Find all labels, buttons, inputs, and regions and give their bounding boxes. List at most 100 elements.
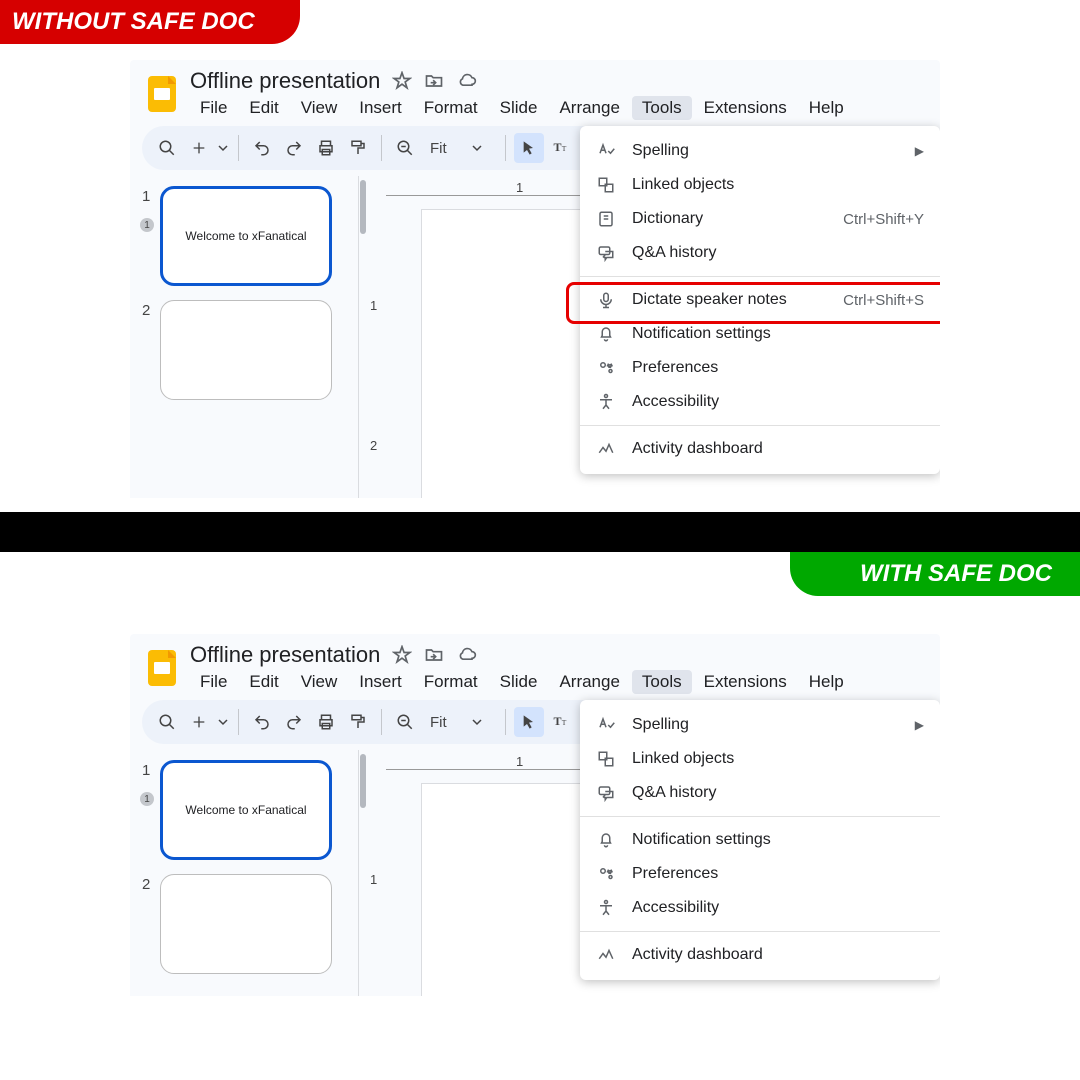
divider <box>0 512 1080 552</box>
dd-preferences[interactable]: Preferences <box>580 857 940 891</box>
text-tool-icon[interactable]: TT <box>546 707 576 737</box>
zoom-dropdown-icon[interactable] <box>457 133 497 163</box>
dd-notification-settings[interactable]: Notification settings <box>580 317 940 351</box>
thumb-num-1: 1 <box>142 186 160 286</box>
dd-activity-dashboard[interactable]: Activity dashboard <box>580 938 940 972</box>
dd-activity-dashboard[interactable]: Activity dashboard <box>580 432 940 466</box>
add-dropdown-icon[interactable] <box>216 707 230 737</box>
zoom-dropdown-icon[interactable] <box>457 707 497 737</box>
zoom-level[interactable]: Fit <box>422 140 455 157</box>
undo-icon[interactable] <box>247 133 277 163</box>
add-icon[interactable] <box>184 707 214 737</box>
thumb-slide-1[interactable]: Welcome to xFanatical <box>160 186 332 286</box>
thumb-1-text: Welcome to xFanatical <box>185 229 306 243</box>
star-icon[interactable] <box>392 645 412 665</box>
add-dropdown-icon[interactable] <box>216 133 230 163</box>
slide-thumbnails: 1 Welcome to xFanatical 1 2 <box>130 176 358 498</box>
bell-icon <box>596 324 616 344</box>
menu-extensions[interactable]: Extensions <box>694 96 797 120</box>
thumb-slide-1[interactable]: Welcome to xFanatical <box>160 760 332 860</box>
search-icon[interactable] <box>152 707 182 737</box>
dd-linked-objects[interactable]: Linked objects <box>580 742 940 776</box>
dd-notification-settings[interactable]: Notification settings <box>580 823 940 857</box>
move-icon[interactable] <box>424 71 444 91</box>
qa-icon <box>596 243 616 263</box>
redo-icon[interactable] <box>279 133 309 163</box>
preferences-icon <box>596 358 616 378</box>
chevron-right-icon: ▶ <box>915 718 924 732</box>
menu-tools[interactable]: Tools <box>632 670 692 694</box>
thumb-num-1: 1 <box>142 760 160 860</box>
select-tool-icon[interactable] <box>514 133 544 163</box>
dd-accessibility[interactable]: Accessibility <box>580 385 940 419</box>
menu-help[interactable]: Help <box>799 670 854 694</box>
cloud-icon[interactable] <box>456 645 478 665</box>
zoom-level[interactable]: Fit <box>422 714 455 731</box>
spelling-icon <box>596 141 616 161</box>
menu-edit[interactable]: Edit <box>239 96 288 120</box>
menu-view[interactable]: View <box>291 670 348 694</box>
dd-spelling[interactable]: Spelling▶ <box>580 134 940 168</box>
menu-arrange[interactable]: Arrange <box>549 670 629 694</box>
menu-edit[interactable]: Edit <box>239 670 288 694</box>
menu-extensions[interactable]: Extensions <box>694 670 797 694</box>
dd-qa-history[interactable]: Q&A history <box>580 236 940 270</box>
menu-view[interactable]: View <box>291 96 348 120</box>
menu-help[interactable]: Help <box>799 96 854 120</box>
zoom-out-icon[interactable] <box>390 707 420 737</box>
menu-format[interactable]: Format <box>414 670 488 694</box>
slide-thumbnails: 1 Welcome to xFanatical 1 2 <box>130 750 358 996</box>
dd-qa-history[interactable]: Q&A history <box>580 776 940 810</box>
menu-format[interactable]: Format <box>414 96 488 120</box>
ruler-vertical: 1 <box>366 772 388 996</box>
doc-title[interactable]: Offline presentation <box>190 642 380 668</box>
slides-logo-icon <box>144 72 180 116</box>
doc-title[interactable]: Offline presentation <box>190 68 380 94</box>
thumb-badge: 1 <box>140 218 154 232</box>
activity-icon <box>596 439 616 459</box>
tools-dropdown: Spelling▶ Linked objects Q&A history Not… <box>580 700 940 980</box>
undo-icon[interactable] <box>247 707 277 737</box>
add-icon[interactable] <box>184 133 214 163</box>
menu-file[interactable]: File <box>190 670 237 694</box>
activity-icon <box>596 945 616 965</box>
dd-spelling[interactable]: Spelling▶ <box>580 708 940 742</box>
menu-insert[interactable]: Insert <box>349 96 412 120</box>
select-tool-icon[interactable] <box>514 707 544 737</box>
paint-format-icon[interactable] <box>343 707 373 737</box>
thumb-slide-2[interactable] <box>160 874 332 974</box>
star-icon[interactable] <box>392 71 412 91</box>
menu-tools[interactable]: Tools <box>632 96 692 120</box>
print-icon[interactable] <box>311 133 341 163</box>
slides-app-bottom: Offline presentation File Edit View Inse… <box>130 634 940 996</box>
move-icon[interactable] <box>424 645 444 665</box>
text-tool-icon[interactable]: TT <box>546 133 576 163</box>
scrollbar[interactable] <box>358 176 366 498</box>
menu-slide[interactable]: Slide <box>490 96 548 120</box>
search-icon[interactable] <box>152 133 182 163</box>
banner-without-safe-doc: WITHOUT SAFE DOC <box>0 0 300 44</box>
thumb-num-2: 2 <box>142 300 160 400</box>
dd-dictate-speaker-notes[interactable]: Dictate speaker notesCtrl+Shift+S <box>580 283 940 317</box>
slides-logo-icon <box>144 646 180 690</box>
bell-icon <box>596 830 616 850</box>
microphone-icon <box>596 290 616 310</box>
slides-app-top: Offline presentation File Edit View Inse… <box>130 60 940 498</box>
dd-preferences[interactable]: Preferences <box>580 351 940 385</box>
redo-icon[interactable] <box>279 707 309 737</box>
ruler-vertical: 1 2 <box>366 198 388 498</box>
menu-slide[interactable]: Slide <box>490 670 548 694</box>
cloud-icon[interactable] <box>456 71 478 91</box>
zoom-out-icon[interactable] <box>390 133 420 163</box>
dd-linked-objects[interactable]: Linked objects <box>580 168 940 202</box>
paint-format-icon[interactable] <box>343 133 373 163</box>
thumb-slide-2[interactable] <box>160 300 332 400</box>
qa-icon <box>596 783 616 803</box>
menu-file[interactable]: File <box>190 96 237 120</box>
menu-arrange[interactable]: Arrange <box>549 96 629 120</box>
dd-dictionary[interactable]: DictionaryCtrl+Shift+Y <box>580 202 940 236</box>
print-icon[interactable] <box>311 707 341 737</box>
dd-accessibility[interactable]: Accessibility <box>580 891 940 925</box>
scrollbar[interactable] <box>358 750 366 996</box>
menu-insert[interactable]: Insert <box>349 670 412 694</box>
